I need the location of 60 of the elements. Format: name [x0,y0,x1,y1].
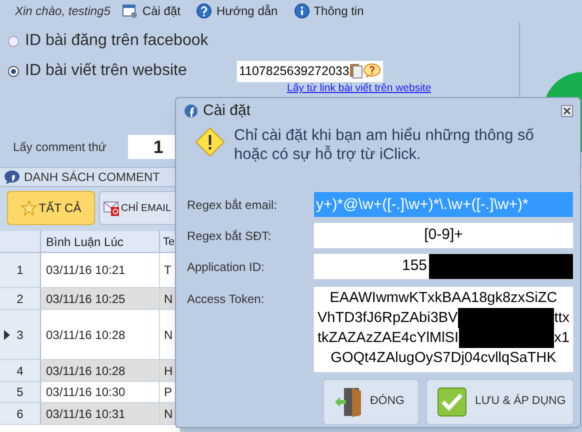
row-pointer-icon [4,330,10,340]
toolbar-button[interactable]: Cài đặt [118,2,184,20]
table-cell-text: N [163,290,174,308]
settings-field[interactable]: [0-9]+ [313,222,574,249]
facebook-icon [184,104,198,118]
row-number: 3 [16,326,24,344]
comment-index-label: Lấy comment thứ [13,139,106,156]
option-label: ID bài viết trên website [25,61,187,81]
dialog-title: Cài đặt [203,100,251,121]
toolbar-button[interactable]: Hướng dẫn [192,2,282,20]
toolbar-button[interactable]: Thông tin [290,2,368,20]
row-number: 1 [16,262,24,279]
table-cell: 03/11/16 10:21 [41,253,160,287]
column-header: Te [162,235,175,250]
star-icon [20,200,37,216]
close-button[interactable] [560,104,574,118]
greeting-text: Xin chào, testing5 [15,3,110,20]
row-number: 6 [16,406,24,422]
table-cell: 03/11/16 10:25 [41,288,160,309]
column-header: Bình Luận Lúc [41,231,160,252]
chat-bubble-icon [4,170,20,184]
settings-field[interactable]: 155 [313,253,574,280]
table-cell-text: H [163,362,174,380]
info-icon [294,3,310,19]
access-token-field[interactable]: EAAWIwmwKTxkBAA18gk8zxSiZC VhTD3fJ6RpZAbi3BV ttx tkZAZAzZAE4cYlMlSI x1 GOQt4ZAlugOyS7Dj04cvllqSaTHK [313,286,574,373]
help-icon [196,3,212,19]
table-cell-text: T [163,262,172,279]
field-label: Regex bắt SĐT: [187,228,272,244]
post-id-field[interactable]: 1107825639272033 [236,60,384,82]
close-icon [561,105,573,117]
field-label: Regex bắt email: [187,196,278,214]
table-cell-text: N [163,406,174,422]
warning-text: Chỉ cài đặt khi bạn am hiểu những thông số hoặc có sự hỗ trợ từ iClick. [234,126,534,164]
field-label: Application ID: [187,258,266,276]
window-gear-icon [122,3,138,19]
table-cell: 03/11/16 10:30 [41,382,160,402]
row-number: 2 [16,290,24,308]
exit-door-icon [334,386,362,418]
warning-icon [194,126,226,158]
dialog-button[interactable]: LƯU & ÁP DỤNG [426,379,574,425]
clipboard-icon [349,63,364,79]
website-link[interactable]: Lấy từ link bài viết trên website [287,81,432,97]
row-number: 5 [16,384,24,401]
dialog-button[interactable]: ĐÓNG [323,379,419,425]
table-cell-text: P [163,384,174,401]
email-icon [103,200,119,216]
post-id-text: 1107825639272033 [239,62,350,80]
table-cell: 03/11/16 10:28 [41,310,160,359]
row-number: 4 [16,362,24,380]
table-cell: 03/11/16 10:28 [41,360,160,381]
table-cell-text: N [163,326,174,344]
list-title: DANH SÁCH COMMENT [24,169,160,186]
filter-button[interactable]: TẤT CẢ [7,191,95,225]
option-label: ID bài đăng trên facebook [25,31,208,51]
radio-button[interactable] [8,66,19,76]
table-cell: 03/11/16 10:31 [41,403,160,424]
field-label: Access Token: [187,291,266,308]
help-bubble-icon [363,63,382,79]
checkmark-icon [437,387,467,417]
radio-button[interactable] [8,36,19,46]
